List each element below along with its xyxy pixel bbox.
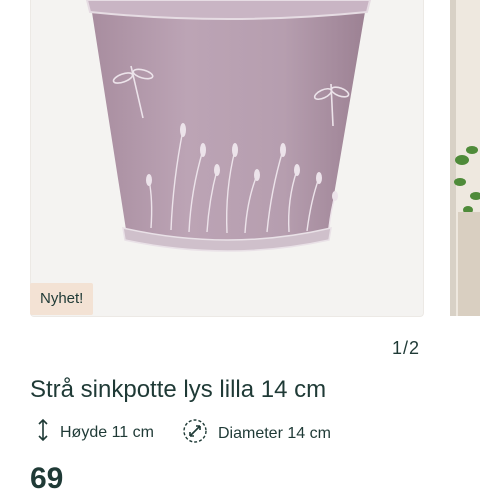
diameter-icon [182,418,208,449]
product-price: 69 [30,462,64,495]
spec-height-label: Høyde 11 cm [60,423,154,441]
product-image-next-peek[interactable] [450,0,480,316]
spec-diameter-label: Diameter 14 cm [218,424,331,442]
zinc-pot-image [85,0,372,252]
spec-height: Høyde 11 cm [36,418,154,447]
product-image-carousel[interactable]: Nyhet! [0,0,480,318]
height-arrow-icon [36,418,50,447]
plant-image [450,0,480,316]
new-badge: Nyhet! [30,283,94,315]
product-image-main[interactable] [30,0,424,317]
image-pager: 1/2 [391,338,420,358]
spec-diameter: Diameter 14 cm [182,418,331,449]
product-title: Strå sinkpotte lys lilla 14 cm [30,376,327,403]
